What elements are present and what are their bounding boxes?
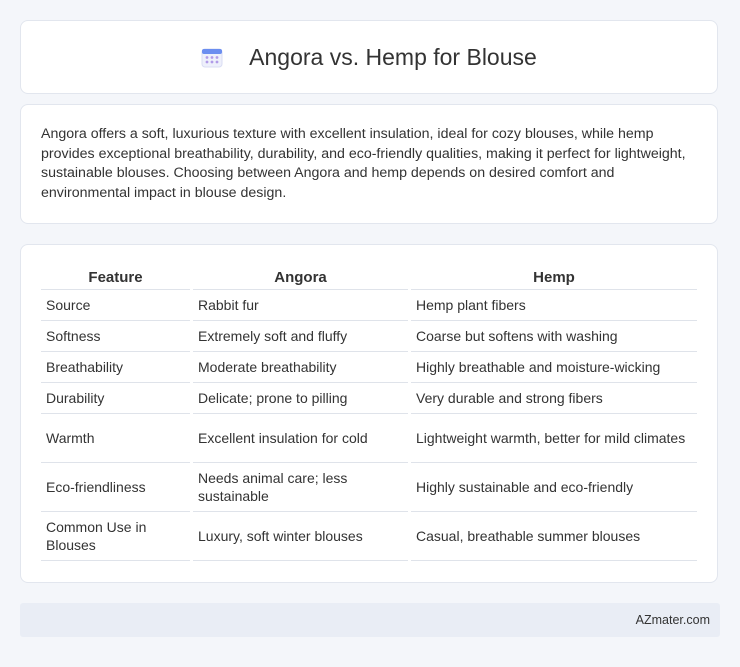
comparison-card: Feature Angora Hemp Source Rabbit fur He… — [20, 244, 718, 583]
table-row: Common Use in Blouses Luxury, soft winte… — [41, 512, 697, 561]
hemp-cell: Highly breathable and moisture-wicking — [411, 352, 697, 383]
hemp-cell: Casual, breathable summer blouses — [411, 512, 697, 561]
angora-cell: Delicate; prone to pilling — [193, 383, 408, 414]
table-header-row: Feature Angora Hemp — [41, 265, 697, 290]
hemp-cell: Hemp plant fibers — [411, 290, 697, 321]
angora-cell: Excellent insulation for cold — [193, 414, 408, 463]
table-row: Warmth Excellent insulation for cold Lig… — [41, 414, 697, 463]
hemp-cell: Coarse but softens with washing — [411, 321, 697, 352]
angora-cell: Needs animal care; less sustainable — [193, 463, 408, 512]
comparison-table: Feature Angora Hemp Source Rabbit fur He… — [38, 265, 700, 561]
title-card: Angora vs. Hemp for Blouse — [20, 20, 718, 94]
angora-cell: Extremely soft and fluffy — [193, 321, 408, 352]
feature-cell: Warmth — [41, 414, 190, 463]
footer-brand: AZmater.com — [635, 613, 710, 627]
footer-bar: AZmater.com — [20, 603, 720, 637]
angora-cell: Luxury, soft winter blouses — [193, 512, 408, 561]
hemp-cell: Very durable and strong fibers — [411, 383, 697, 414]
intro-paragraph: Angora offers a soft, luxurious texture … — [41, 126, 686, 201]
feature-cell: Durability — [41, 383, 190, 414]
feature-cell: Softness — [41, 321, 190, 352]
feature-cell: Eco-friendliness — [41, 463, 190, 512]
page-title: Angora vs. Hemp for Blouse — [249, 43, 537, 70]
column-header-hemp: Hemp — [411, 265, 697, 290]
hemp-cell: Highly sustainable and eco-friendly — [411, 463, 697, 512]
angora-cell: Moderate breathability — [193, 352, 408, 383]
column-header-angora: Angora — [193, 265, 408, 290]
table-row: Softness Extremely soft and fluffy Coars… — [41, 321, 697, 352]
intro-card: Angora offers a soft, luxurious texture … — [20, 104, 718, 224]
table-row: Breathability Moderate breathability Hig… — [41, 352, 697, 383]
feature-cell: Breathability — [41, 352, 190, 383]
angora-cell: Rabbit fur — [193, 290, 408, 321]
feature-cell: Source — [41, 290, 190, 321]
hemp-cell: Lightweight warmth, better for mild clim… — [411, 414, 697, 463]
table-row: Source Rabbit fur Hemp plant fibers — [41, 290, 697, 321]
table-row: Durability Delicate; prone to pilling Ve… — [41, 383, 697, 414]
feature-cell: Common Use in Blouses — [41, 512, 190, 561]
calendar-icon — [201, 46, 223, 68]
column-header-feature: Feature — [41, 265, 190, 290]
table-row: Eco-friendliness Needs animal care; less… — [41, 463, 697, 512]
